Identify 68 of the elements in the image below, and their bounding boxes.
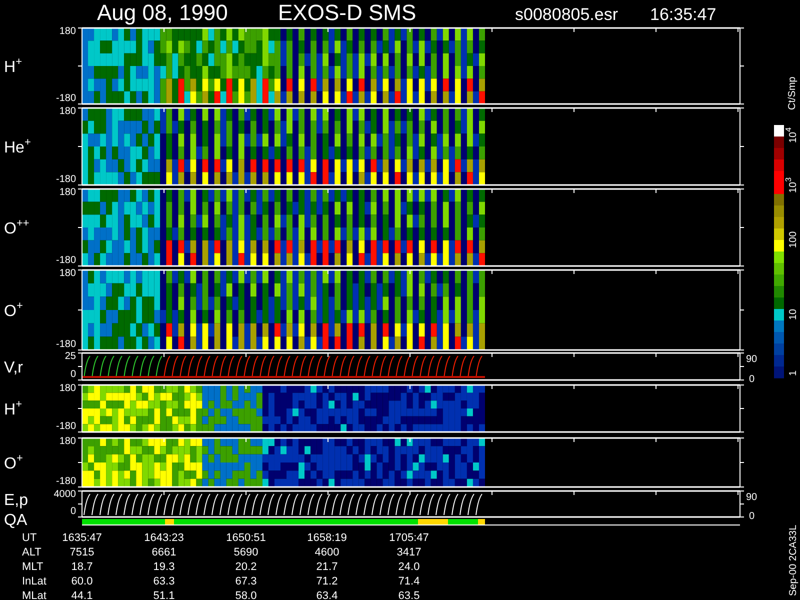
colorbar-tick-label: 100 <box>788 231 799 248</box>
table-cell: 19.3 <box>153 561 175 573</box>
axis-tick-label: -180 <box>56 421 76 432</box>
date-title: Aug 08, 1990 <box>97 0 228 25</box>
table-cell: 71.2 <box>316 576 338 588</box>
table-cell: 51.1 <box>153 590 175 600</box>
panel-label: QA <box>4 512 28 529</box>
axis-tick-label: 0 <box>749 374 755 385</box>
colorbar-unit: Ct/Smp <box>787 76 798 110</box>
table-cell: 6661 <box>152 546 176 558</box>
table-cell: 20.2 <box>235 561 257 573</box>
panel-label: O$^{+}$ <box>4 300 23 320</box>
table-cell: 44.1 <box>71 590 93 600</box>
table-cell: 63.3 <box>153 576 175 588</box>
row-label: InLat <box>22 576 46 588</box>
axis-tick-label: 90 <box>746 492 758 503</box>
axis-tick-label: 90 <box>746 354 758 365</box>
axis-tick-label: 0 <box>749 511 755 522</box>
table-cell: 24.0 <box>398 561 420 573</box>
axis-tick-label: 25 <box>64 351 76 362</box>
time-label: 16:35:47 <box>650 5 716 24</box>
panel-label: He$^{+}$ <box>4 136 31 156</box>
panel-label: V,r <box>4 360 23 376</box>
table-cell: 58.0 <box>235 590 257 600</box>
table-cell: 1635:47 <box>62 532 102 544</box>
table-cell: 4600 <box>314 546 340 558</box>
table-cell: 60.0 <box>71 576 93 588</box>
table-cell: 63.4 <box>316 590 338 600</box>
axis-tick-label: 0 <box>70 369 76 380</box>
panel-label: O$^{++}$ <box>4 218 30 238</box>
axis-tick-label: -180 <box>56 255 76 266</box>
axis-tick-label: 4000 <box>54 489 76 500</box>
table-cell: 21.7 <box>316 561 338 573</box>
axis-tick-label: 0 <box>70 506 76 517</box>
axis-tick-label: -180 <box>56 93 76 104</box>
axis-tick-label: 180 <box>59 106 76 117</box>
colorbar-tick-label: 10 <box>788 308 799 320</box>
panel-label: H$^{+}$ <box>4 56 22 76</box>
panel-label: E,p <box>4 492 28 509</box>
row-label: UT <box>22 532 37 544</box>
table-cell: 67.3 <box>235 576 257 588</box>
table-cell: 5690 <box>234 546 258 558</box>
file-name: s0080805.esr <box>515 5 618 24</box>
axis-tick-label: -180 <box>56 476 76 487</box>
instrument-title: EXOS-D SMS <box>278 0 416 25</box>
panel-label: H$^{+}$ <box>4 398 22 418</box>
table-cell: 7515 <box>70 546 94 558</box>
axis-tick-label: -180 <box>56 339 76 350</box>
axis-tick-label: 180 <box>59 26 76 37</box>
axis-tick-label: 180 <box>59 383 76 394</box>
axis-tick-label: 180 <box>59 436 76 447</box>
table-cell: 18.7 <box>71 561 93 573</box>
table-cell: 3417 <box>396 546 422 558</box>
table-cell: 63.5 <box>398 590 420 600</box>
panel-label: O$^{+}$ <box>4 452 23 472</box>
axis-tick-label: -180 <box>56 174 76 185</box>
table-cell: 1643:23 <box>144 532 184 544</box>
table-cell: 1658:19 <box>307 532 347 544</box>
axis-tick-label: 180 <box>59 187 76 198</box>
colorbar-tick-label: 1 <box>788 370 799 376</box>
footer-code: Sep-00 2CA33L <box>788 524 799 596</box>
table-cell: 1650:51 <box>226 532 266 544</box>
row-label: ALT <box>22 546 42 558</box>
table-cell: 1705:47 <box>389 532 429 544</box>
axis-tick-label: 180 <box>59 268 76 279</box>
row-label: MLT <box>22 561 44 573</box>
table-cell: 71.4 <box>398 576 420 588</box>
row-label: MLat <box>22 590 46 600</box>
